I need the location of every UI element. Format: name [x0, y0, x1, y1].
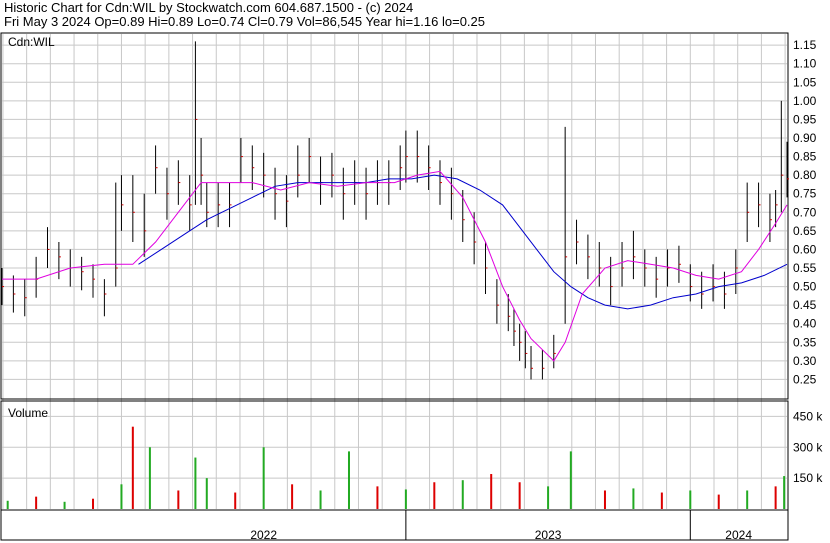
chart-header-line2: Fri May 3 2024 Op=0.89 Hi=0.89 Lo=0.74 C…	[4, 14, 485, 29]
price-tick-label: 0.45	[793, 298, 817, 312]
price-tick-label: 1.15	[793, 38, 817, 52]
volume-bar	[689, 490, 692, 509]
stock-chart: Historic Chart for Cdn:WIL by Stockwatch…	[0, 0, 830, 543]
volume-tick-label: 150 k	[793, 471, 823, 485]
volume-bar	[376, 486, 379, 509]
chart-background	[0, 0, 830, 543]
volume-bar	[547, 486, 550, 509]
price-tick-label: 0.85	[793, 150, 817, 164]
price-tick-label: 0.90	[793, 131, 817, 145]
volume-bar	[177, 490, 180, 509]
year-label: 2023	[535, 528, 562, 542]
volume-bar	[234, 492, 237, 509]
price-tick-label: 0.35	[793, 335, 817, 349]
volume-bar	[262, 447, 265, 509]
volume-bar	[490, 474, 493, 509]
volume-label: Volume	[8, 406, 48, 420]
price-tick-label: 1.05	[793, 75, 817, 89]
price-tick-label: 0.55	[793, 261, 817, 275]
year-label: 2022	[250, 528, 277, 542]
volume-bar	[194, 457, 197, 509]
volume-bar	[433, 482, 436, 509]
volume-axis-ticks: 450 k 300 k 150 k	[793, 409, 823, 485]
price-tick-label: 0.65	[793, 224, 817, 238]
price-tick-label: 1.10	[793, 57, 817, 71]
price-tick-label: 0.60	[793, 242, 817, 256]
volume-bar	[717, 494, 720, 509]
price-tick-label: 0.70	[793, 205, 817, 219]
volume-bar	[291, 484, 294, 509]
volume-bar	[783, 476, 786, 509]
price-tick-label: 1.00	[793, 94, 817, 108]
volume-tick-label: 450 k	[793, 409, 823, 423]
year-label: 2024	[725, 528, 752, 542]
volume-bar	[6, 500, 9, 509]
price-tick-label: 0.25	[793, 372, 817, 386]
volume-bar	[120, 484, 123, 509]
volume-bar	[603, 490, 606, 509]
volume-bar	[404, 489, 407, 509]
price-tick-label: 0.95	[793, 112, 817, 126]
volume-bar	[35, 496, 38, 509]
volume-bar	[319, 490, 322, 509]
volume-bar	[131, 426, 134, 509]
price-tick-label: 0.80	[793, 168, 817, 182]
price-tick-label: 0.50	[793, 280, 817, 294]
volume-bar	[461, 480, 464, 509]
volume-bar	[92, 498, 95, 509]
volume-bar	[347, 451, 350, 509]
chart-header-line1: Historic Chart for Cdn:WIL by Stockwatch…	[4, 0, 413, 15]
price-tick-label: 0.30	[793, 354, 817, 368]
volume-bar	[774, 486, 777, 509]
price-tick-label: 0.40	[793, 317, 817, 331]
price-tick-label: 0.75	[793, 187, 817, 201]
volume-bar	[63, 501, 66, 509]
volume-bar	[660, 492, 663, 509]
volume-tick-label: 300 k	[793, 440, 823, 454]
volume-bar	[148, 447, 151, 509]
volume-bar	[746, 490, 749, 509]
volume-bar	[205, 478, 208, 509]
symbol-label: Cdn:WIL	[8, 35, 55, 49]
volume-bar	[518, 482, 521, 509]
volume-bar	[632, 488, 635, 509]
volume-bar	[569, 451, 572, 509]
